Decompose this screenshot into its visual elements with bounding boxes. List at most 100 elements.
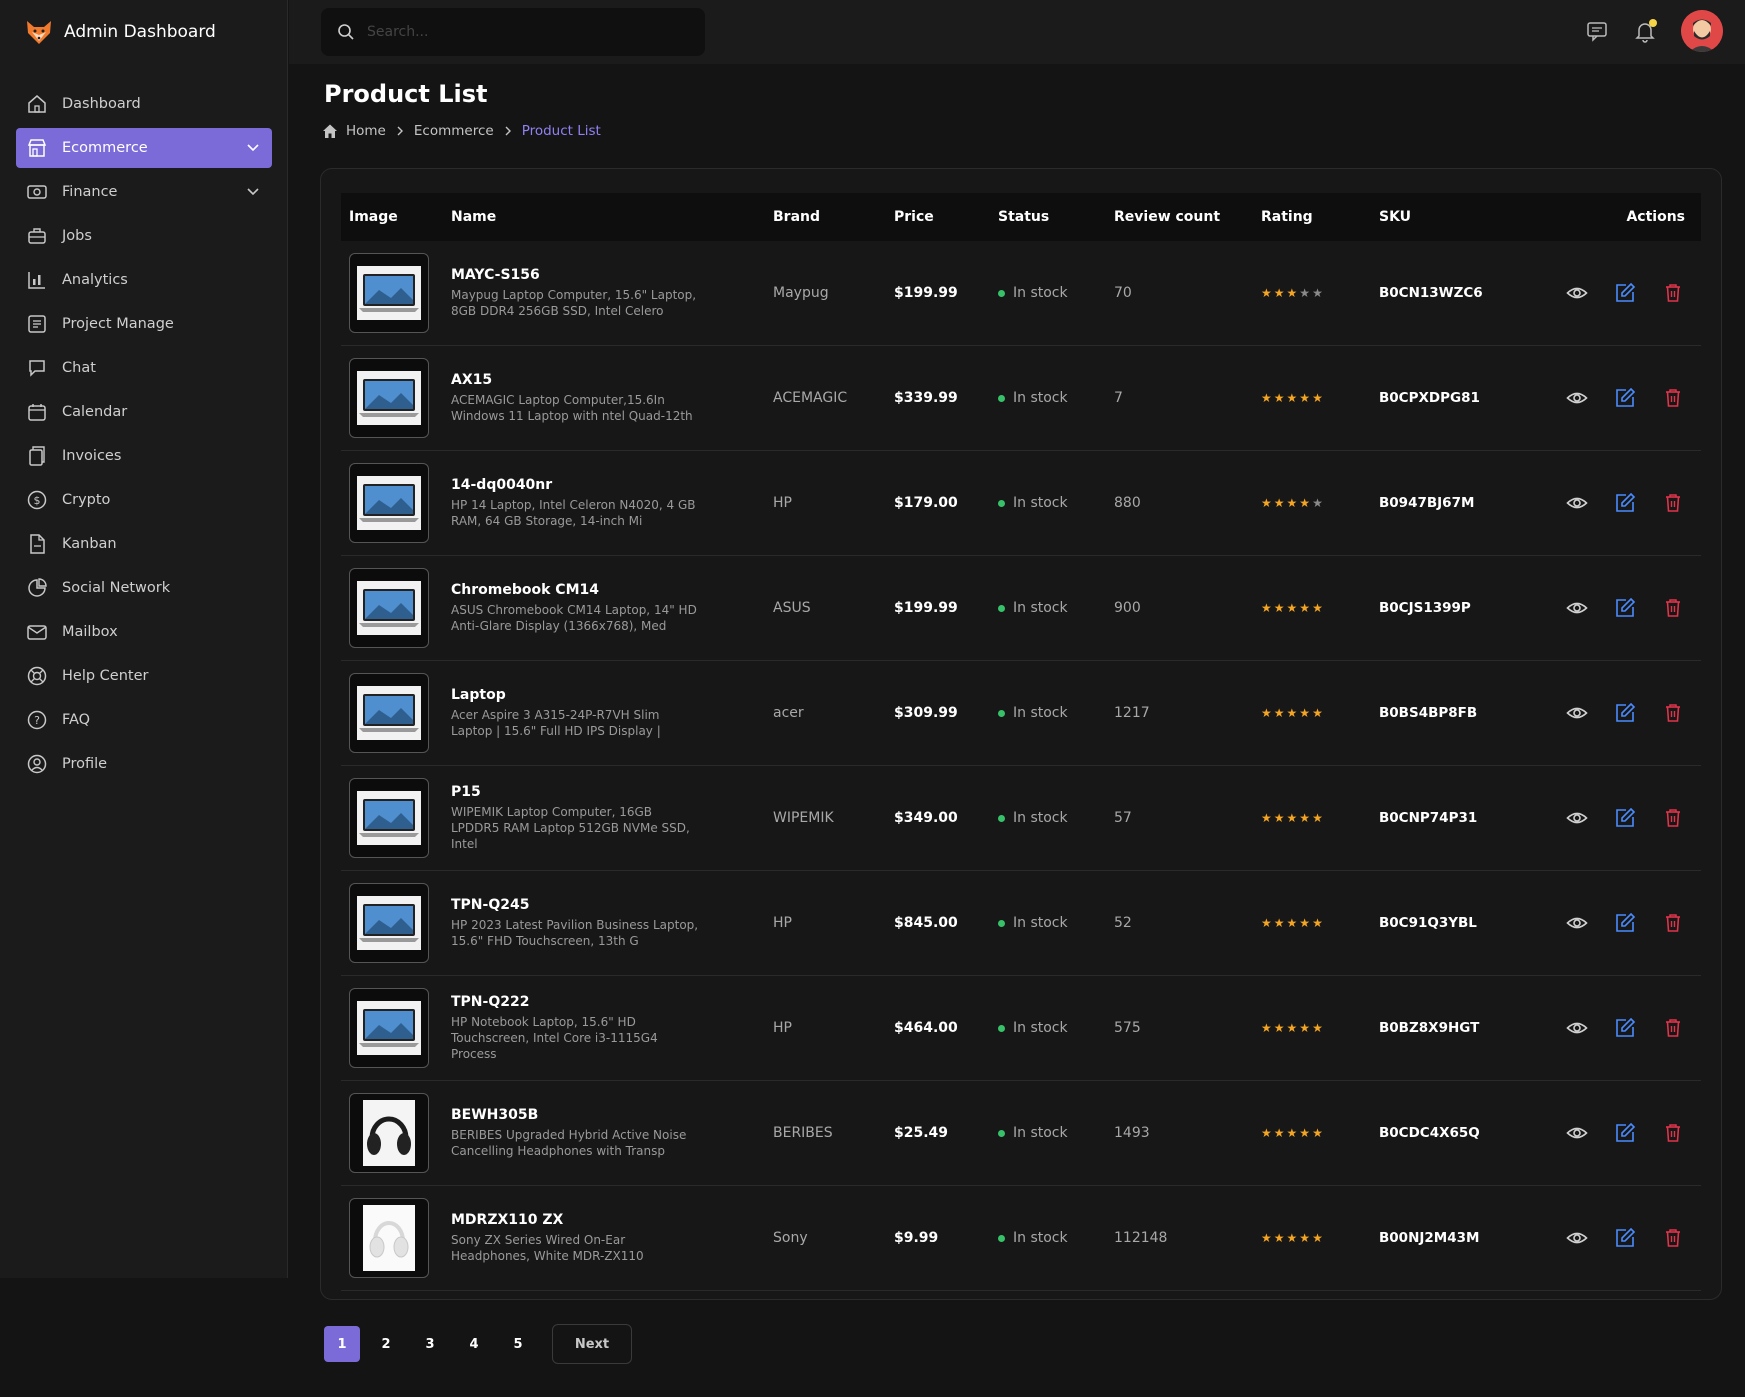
- eye-icon[interactable]: [1566, 702, 1588, 724]
- product-name[interactable]: P15: [451, 784, 773, 800]
- product-description: Acer Aspire 3 A315-24P-R7VH Slim Laptop …: [451, 708, 661, 738]
- trash-icon[interactable]: [1662, 597, 1684, 619]
- product-price: $9.99: [894, 1230, 939, 1246]
- product-name[interactable]: Laptop: [451, 687, 773, 703]
- edit-icon[interactable]: [1614, 1017, 1636, 1039]
- page-5-button[interactable]: 5: [500, 1326, 536, 1362]
- trash-icon[interactable]: [1662, 1122, 1684, 1144]
- star-icon: ★: [1273, 916, 1285, 930]
- product-name[interactable]: MAYC-S156: [451, 267, 773, 283]
- breadcrumb-ecommerce[interactable]: Ecommerce: [414, 123, 494, 139]
- product-name[interactable]: TPN-Q245: [451, 897, 773, 913]
- edit-icon[interactable]: [1614, 1227, 1636, 1249]
- eye-icon[interactable]: [1566, 492, 1588, 514]
- header-image: Image: [349, 209, 398, 225]
- next-page-button[interactable]: Next: [552, 1324, 632, 1364]
- status-badge: In stock: [998, 810, 1114, 826]
- product-name[interactable]: 14-dq0040nr: [451, 477, 773, 493]
- product-thumbnail[interactable]: [349, 988, 429, 1068]
- edit-icon[interactable]: [1614, 387, 1636, 409]
- review-count: 112148: [1114, 1230, 1168, 1246]
- sidebar-item-mailbox[interactable]: Mailbox: [16, 612, 272, 652]
- eye-icon[interactable]: [1566, 912, 1588, 934]
- breadcrumb-home[interactable]: Home: [346, 123, 386, 139]
- trash-icon[interactable]: [1662, 492, 1684, 514]
- product-thumbnail[interactable]: [349, 1093, 429, 1173]
- page-3-button[interactable]: 3: [412, 1326, 448, 1362]
- sidebar-item-project-manage[interactable]: Project Manage: [16, 304, 272, 344]
- product-price: $309.99: [894, 705, 958, 721]
- messages-icon[interactable]: [1585, 19, 1609, 43]
- trash-icon[interactable]: [1662, 1227, 1684, 1249]
- edit-icon[interactable]: [1614, 702, 1636, 724]
- product-thumbnail[interactable]: [349, 463, 429, 543]
- page-1-button[interactable]: 1: [324, 1326, 360, 1362]
- product-name[interactable]: AX15: [451, 372, 773, 388]
- svg-text:$: $: [34, 494, 41, 507]
- star-icon: ★: [1312, 286, 1323, 300]
- trash-icon[interactable]: [1662, 912, 1684, 934]
- trash-icon[interactable]: [1662, 702, 1684, 724]
- sidebar-item-social-network[interactable]: Social Network: [16, 568, 272, 608]
- product-thumbnail[interactable]: [349, 568, 429, 648]
- eye-icon[interactable]: [1566, 597, 1588, 619]
- invoices-icon: [26, 445, 48, 467]
- product-name[interactable]: BEWH305B: [451, 1107, 773, 1123]
- product-name[interactable]: Chromebook CM14: [451, 582, 773, 598]
- sidebar-item-analytics[interactable]: Analytics: [16, 260, 272, 300]
- sidebar-item-jobs[interactable]: Jobs: [16, 216, 272, 256]
- product-name[interactable]: MDRZX110 ZX: [451, 1212, 773, 1228]
- table-row: 14-dq0040nr HP 14 Laptop, Intel Celeron N…: [341, 451, 1701, 556]
- eye-icon[interactable]: [1566, 387, 1588, 409]
- trash-icon[interactable]: [1662, 1017, 1684, 1039]
- edit-icon[interactable]: [1614, 912, 1636, 934]
- edit-icon[interactable]: [1614, 282, 1636, 304]
- product-thumbnail[interactable]: [349, 673, 429, 753]
- product-thumbnail[interactable]: [349, 778, 429, 858]
- review-count: 880: [1114, 495, 1141, 511]
- sidebar-item-invoices[interactable]: Invoices: [16, 436, 272, 476]
- search-input[interactable]: [367, 24, 687, 40]
- page-4-button[interactable]: 4: [456, 1326, 492, 1362]
- edit-icon[interactable]: [1614, 807, 1636, 829]
- eye-icon[interactable]: [1566, 282, 1588, 304]
- sidebar-item-kanban[interactable]: Kanban: [16, 524, 272, 564]
- sidebar-item-calendar[interactable]: Calendar: [16, 392, 272, 432]
- bell-icon[interactable]: [1633, 19, 1657, 43]
- eye-icon[interactable]: [1566, 807, 1588, 829]
- trash-icon[interactable]: [1662, 282, 1684, 304]
- eye-icon[interactable]: [1566, 1227, 1588, 1249]
- table-row: Laptop Acer Aspire 3 A315-24P-R7VH Slim L…: [341, 661, 1701, 766]
- product-sku: B0BS4BP8FB: [1379, 705, 1478, 721]
- eye-icon[interactable]: [1566, 1017, 1588, 1039]
- product-name[interactable]: TPN-Q222: [451, 994, 773, 1010]
- star-icon: ★: [1286, 811, 1298, 825]
- product-thumbnail[interactable]: [349, 358, 429, 438]
- sidebar-item-dashboard[interactable]: Dashboard: [16, 84, 272, 124]
- top-icons: [1585, 10, 1723, 52]
- star-icon: ★: [1261, 1021, 1272, 1035]
- product-thumbnail[interactable]: [349, 883, 429, 963]
- product-thumbnail[interactable]: [349, 1198, 429, 1278]
- home-crumb-icon: [323, 124, 337, 138]
- eye-icon[interactable]: [1566, 1122, 1588, 1144]
- sidebar-item-finance[interactable]: Finance: [16, 172, 272, 212]
- search-box[interactable]: [321, 8, 705, 56]
- sidebar-item-help-center[interactable]: Help Center: [16, 656, 272, 696]
- page-2-button[interactable]: 2: [368, 1326, 404, 1362]
- trash-icon[interactable]: [1662, 387, 1684, 409]
- avatar[interactable]: [1681, 10, 1723, 52]
- sidebar-item-ecommerce[interactable]: Ecommerce: [16, 128, 272, 168]
- trash-icon[interactable]: [1662, 807, 1684, 829]
- edit-icon[interactable]: [1614, 492, 1636, 514]
- sidebar-item-chat[interactable]: Chat: [16, 348, 272, 388]
- sidebar-item-profile[interactable]: Profile: [16, 744, 272, 784]
- product-sku: B0C91Q3YBL: [1379, 915, 1477, 931]
- product-thumbnail[interactable]: [349, 253, 429, 333]
- sidebar-item-faq[interactable]: ? FAQ: [16, 700, 272, 740]
- edit-icon[interactable]: [1614, 1122, 1636, 1144]
- sidebar-item-crypto[interactable]: $ Crypto: [16, 480, 272, 520]
- edit-icon[interactable]: [1614, 597, 1636, 619]
- brand[interactable]: Admin Dashboard: [0, 0, 287, 64]
- star-icon: ★: [1261, 916, 1272, 930]
